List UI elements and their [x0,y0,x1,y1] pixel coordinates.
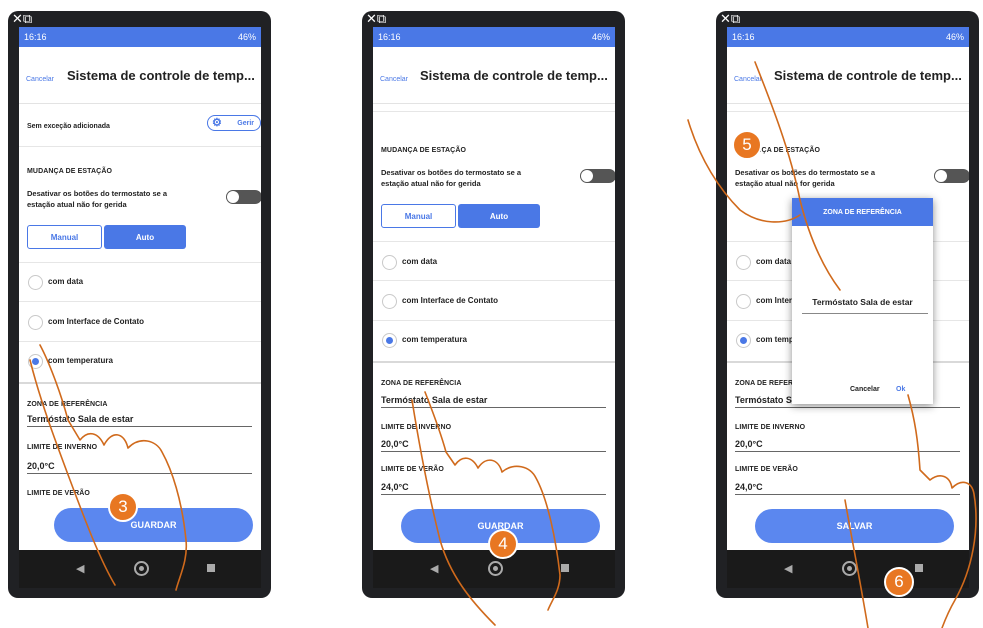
hand-illustration-2b [411,399,496,626]
step-badge-5: 5 [732,130,762,160]
hand-illustration-4b [844,499,869,628]
step-badge-4: 4 [488,529,518,559]
hand-illustration-3 [754,61,841,291]
hand-illustration-1b [29,359,116,586]
hand-illustration-4 [907,394,977,628]
step-badge-6: 6 [884,567,914,597]
hand-illustration-1 [39,344,188,591]
step-badge-3: 3 [108,492,138,522]
hand-illustration-2 [424,391,561,611]
